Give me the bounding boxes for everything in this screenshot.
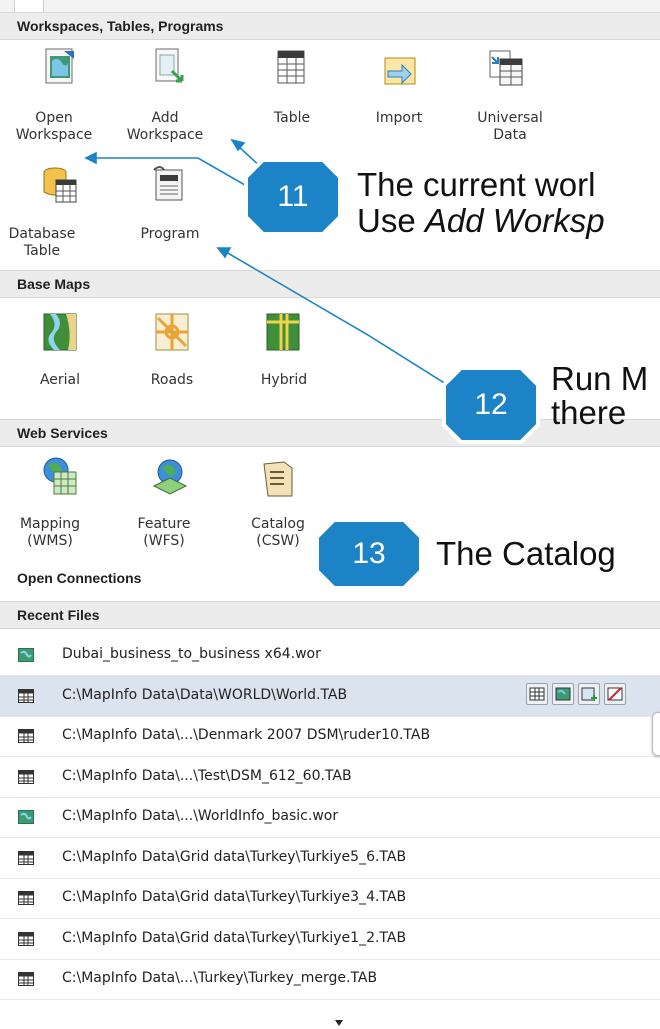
callout-text-11-line1: The current worl bbox=[357, 166, 596, 203]
leader-line-12 bbox=[225, 251, 447, 385]
badge-number: 13 bbox=[352, 537, 386, 570]
callout-text-11-normal: Use bbox=[357, 202, 425, 239]
callout-badge-11: 11 bbox=[243, 157, 343, 237]
callout-text-12-line1: Run M bbox=[551, 360, 649, 397]
callout-text-11-italic: Add Worksp bbox=[424, 202, 605, 239]
callout-badge-13: 13 bbox=[314, 517, 424, 591]
leader-lines bbox=[84, 138, 447, 385]
badge-number: 12 bbox=[474, 388, 508, 421]
leader-line-11-open bbox=[92, 157, 246, 186]
arrowhead-icon bbox=[230, 138, 246, 152]
badge-number: 11 bbox=[277, 180, 309, 213]
arrowhead-icon bbox=[216, 247, 232, 259]
callout-text-12-line2: there bbox=[551, 394, 627, 431]
callout-badge-12: 12 bbox=[441, 365, 541, 445]
callout-text-11-line2: Use Add Worksp bbox=[357, 204, 605, 238]
callout-text-13: The Catalog bbox=[436, 535, 616, 572]
arrowhead-icon bbox=[84, 151, 97, 165]
